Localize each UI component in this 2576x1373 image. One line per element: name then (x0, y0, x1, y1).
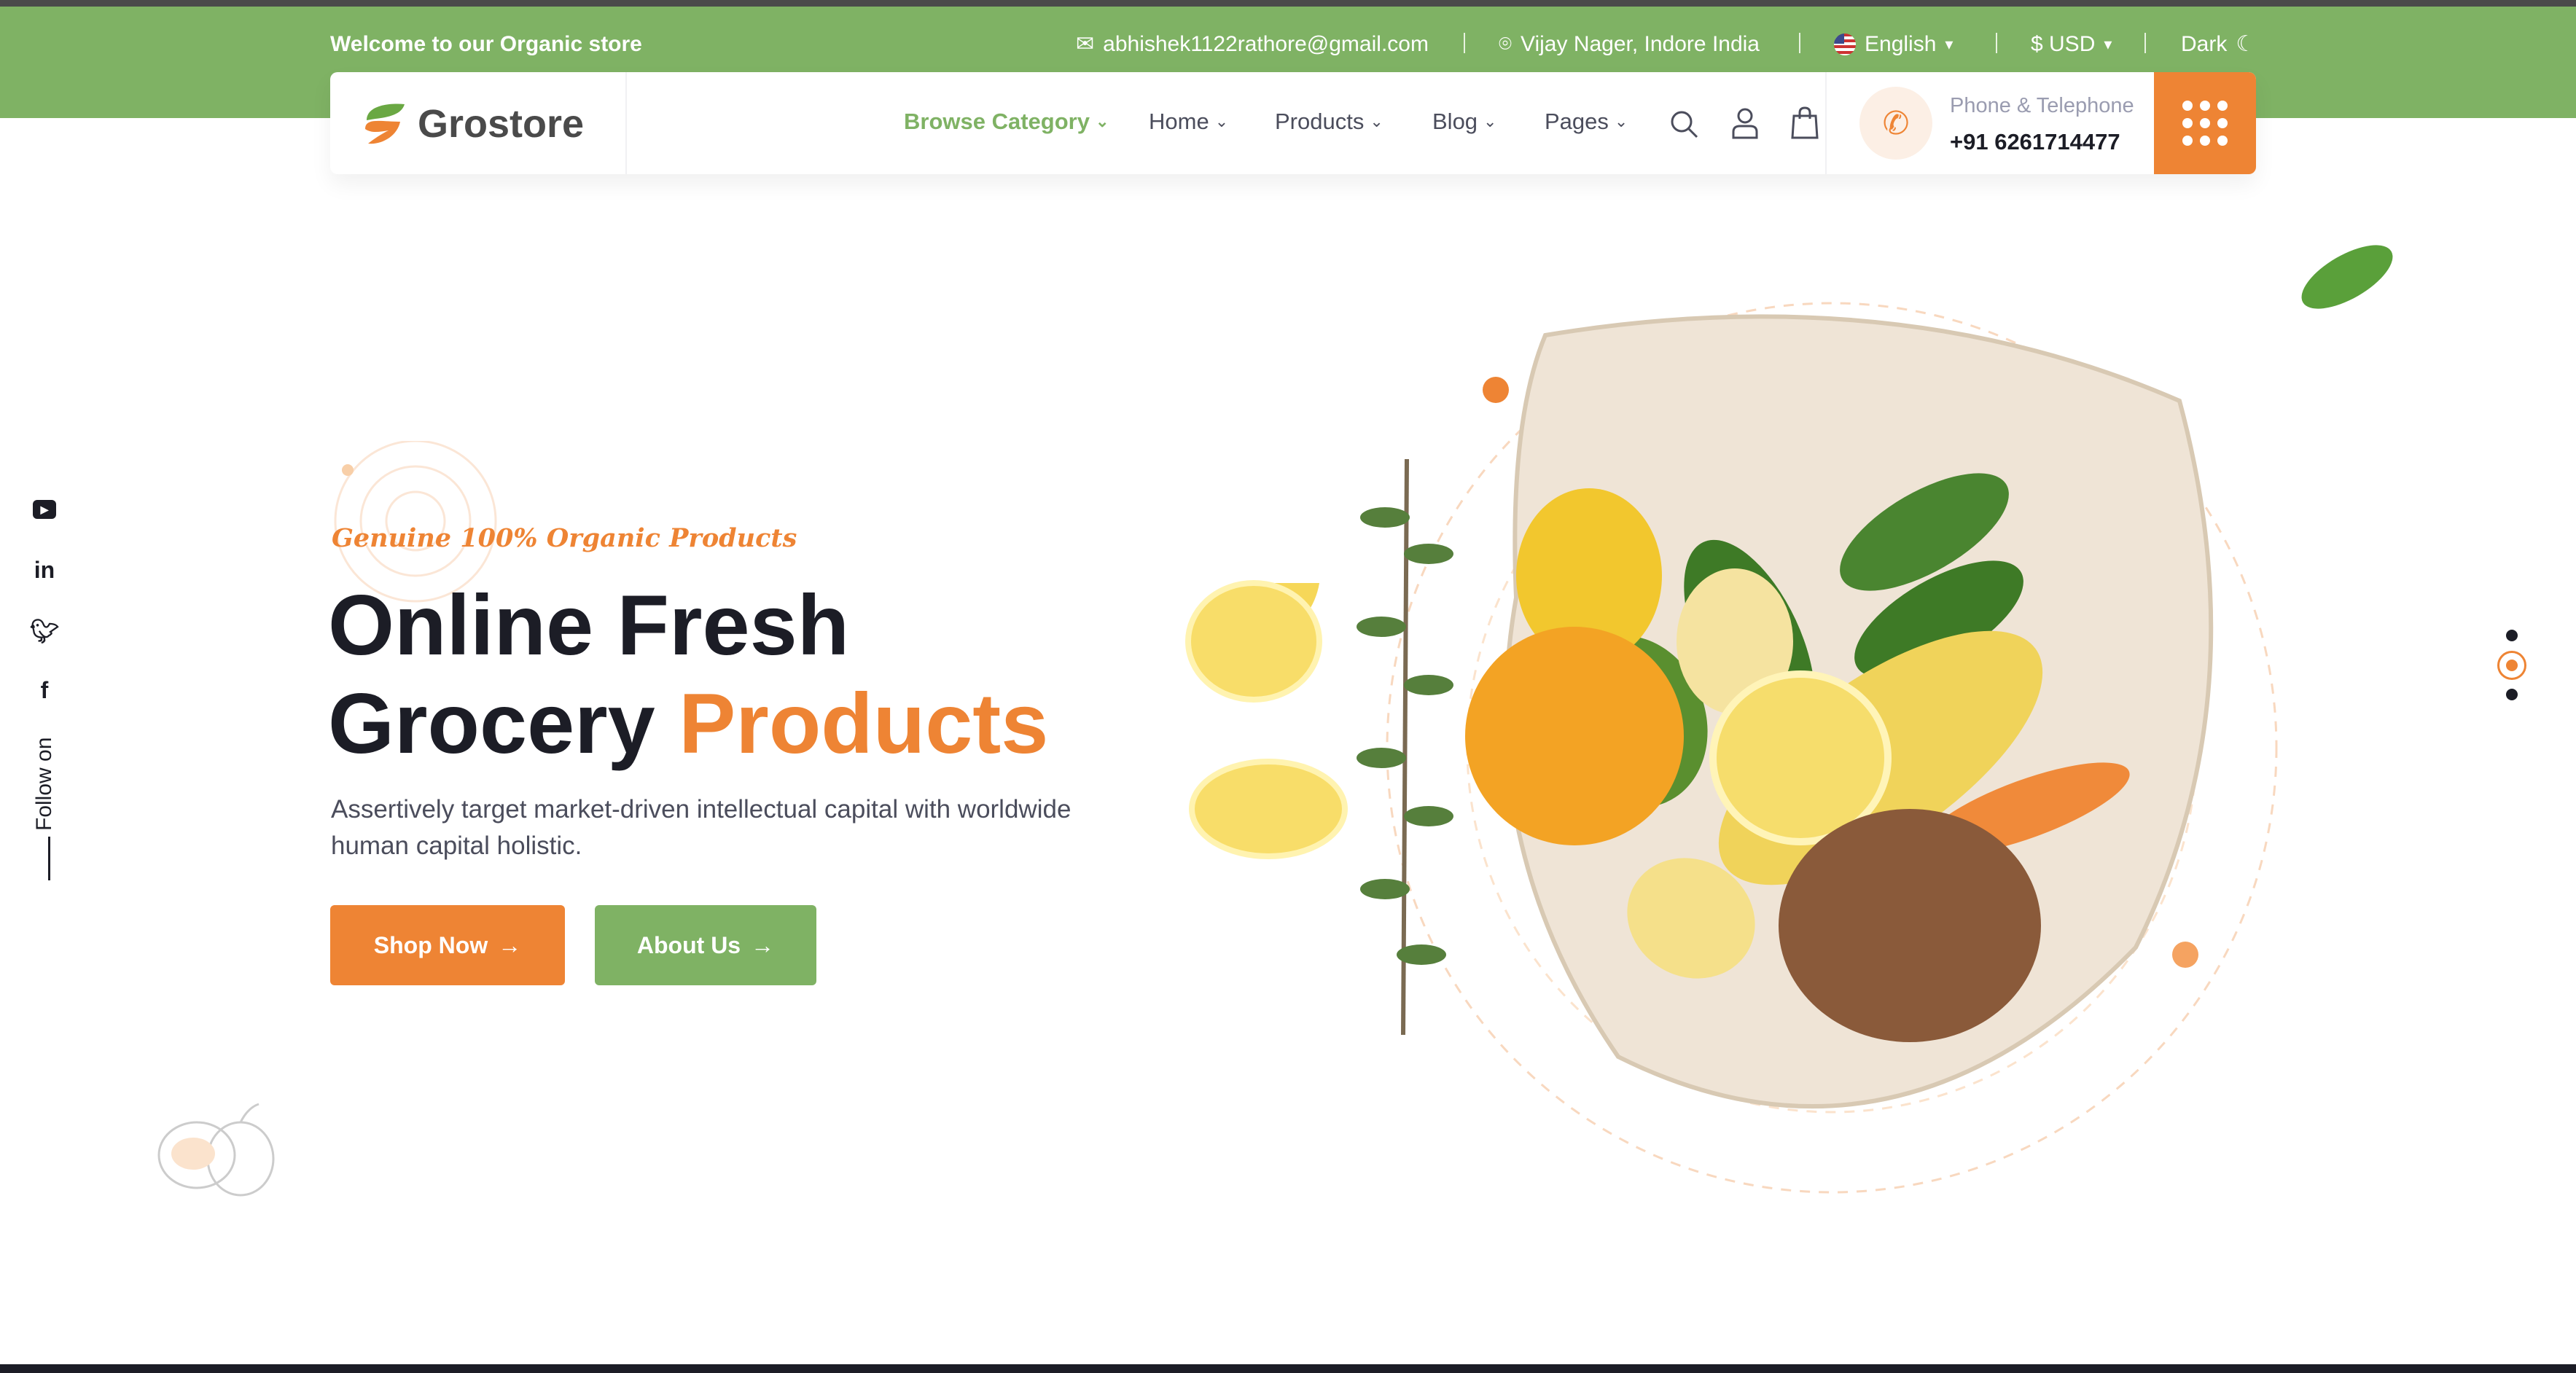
linkedin-icon[interactable]: in (32, 557, 57, 583)
button-label: About Us (636, 931, 741, 958)
currency-select[interactable]: $ USD ▾ (2031, 30, 2112, 59)
nav-products[interactable]: Products ⌄ (1275, 109, 1383, 135)
phone-label: Phone & Telephone (1950, 94, 2134, 117)
search-icon[interactable] (1668, 109, 1699, 139)
hero-title-line1: Online Fresh (328, 577, 850, 673)
herb-sprig (1357, 458, 1453, 1036)
nav-blog[interactable]: Blog ⌄ (1432, 109, 1496, 135)
location-text: ⌾ Vijay Nager, Indore India (1499, 30, 1760, 59)
currency-label: $ USD (2031, 32, 2096, 56)
divider (2144, 33, 2146, 53)
grid-menu-button[interactable] (2154, 72, 2256, 174)
hero-grocery-bag-image (1185, 245, 2393, 1194)
hero-title-word-grocery: Grocery (328, 676, 655, 771)
main-navbar: Grostore Browse Category ⌄ Home ⌄ Products… (330, 72, 2256, 174)
nav-label: Products (1275, 109, 1365, 134)
nav-label: Blog (1432, 109, 1478, 134)
about-us-button[interactable]: About Us → (595, 905, 816, 985)
map-pin-icon: ⌾ (1499, 32, 1512, 56)
nav-label: Browse Category (904, 109, 1090, 134)
moon-icon: ☾ (2236, 32, 2256, 56)
browser-top-strip (0, 0, 2576, 7)
phone-number[interactable]: +91 6261714477 (1950, 129, 2120, 155)
divider (625, 72, 627, 174)
user-icon[interactable] (1731, 107, 1759, 139)
language-select[interactable]: English ▾ (1834, 30, 1953, 59)
nav-label: Home (1149, 109, 1209, 134)
us-flag-icon (1834, 34, 1856, 55)
divider (1996, 33, 1997, 53)
arrow-right-icon: → (751, 931, 775, 958)
location-label: Vijay Nager, Indore India (1521, 32, 1760, 56)
button-label: Shop Now (373, 931, 488, 958)
fruit-sketch-decoration (157, 1103, 275, 1197)
logo-text: Grostore (418, 102, 585, 146)
hero-title-word-products: Products (679, 676, 1049, 771)
hero-title: Online Fresh Grocery Products (328, 576, 1048, 772)
orange-dot (2172, 942, 2198, 968)
follow-line (48, 837, 50, 880)
description-line: human capital holistic. (331, 832, 582, 860)
hero-description: Assertively target market-driven intelle… (331, 791, 1071, 864)
email-link[interactable]: ✉ abhishek1122rathore@gmail.com (1076, 30, 1429, 59)
welcome-text: Welcome to our Organic store (330, 32, 642, 56)
divider (1825, 72, 1827, 174)
nav-label: Pages (1545, 109, 1609, 134)
orange-dot (1483, 377, 1509, 403)
slider-dot[interactable] (2506, 689, 2518, 700)
arrow-right-icon: → (498, 931, 522, 958)
chevron-down-icon: ⌄ (1095, 112, 1109, 130)
chevron-down-icon: ⌄ (1370, 112, 1383, 130)
divider (1464, 33, 1465, 53)
twitter-icon[interactable]: 🐦︎ (30, 618, 60, 644)
caret-down-icon: ▾ (1945, 35, 1954, 53)
phone-icon: ✆ (1859, 87, 1932, 160)
slider-dot[interactable] (2506, 630, 2518, 641)
slider-dot-active[interactable] (2497, 651, 2526, 680)
chevron-down-icon: ⌄ (1614, 112, 1628, 130)
nav-home[interactable]: Home ⌄ (1149, 109, 1228, 135)
shopping-bag-icon[interactable] (1791, 106, 1819, 139)
nav-browse-category[interactable]: Browse Category ⌄ (904, 109, 1109, 135)
bottom-edge (0, 1364, 2576, 1373)
hero-tagline: Genuine 100% Organic Products (332, 523, 797, 553)
caret-down-icon: ▾ (2104, 35, 2112, 53)
nav-pages[interactable]: Pages ⌄ (1545, 109, 1628, 135)
shop-now-button[interactable]: Shop Now → (330, 905, 565, 985)
divider (1799, 33, 1800, 53)
description-line: Assertively target market-driven intelle… (331, 795, 1072, 824)
follow-on-label: Follow on (32, 737, 56, 831)
youtube-icon[interactable]: ▶ (32, 497, 57, 522)
dark-mode-toggle[interactable]: Dark ☾ (2181, 30, 2255, 59)
logo-leaf-icon (365, 103, 405, 144)
chevron-down-icon: ⌄ (1214, 112, 1229, 130)
logo[interactable]: Grostore (359, 100, 584, 148)
facebook-icon[interactable]: f (32, 677, 57, 703)
basil-leaf (2301, 245, 2393, 309)
language-label: English (1865, 32, 1937, 56)
theme-label: Dark (2181, 32, 2228, 56)
email-text: abhishek1122rathore@gmail.com (1103, 32, 1429, 56)
chevron-down-icon: ⌄ (1483, 112, 1497, 130)
mail-icon: ✉ (1076, 32, 1095, 56)
